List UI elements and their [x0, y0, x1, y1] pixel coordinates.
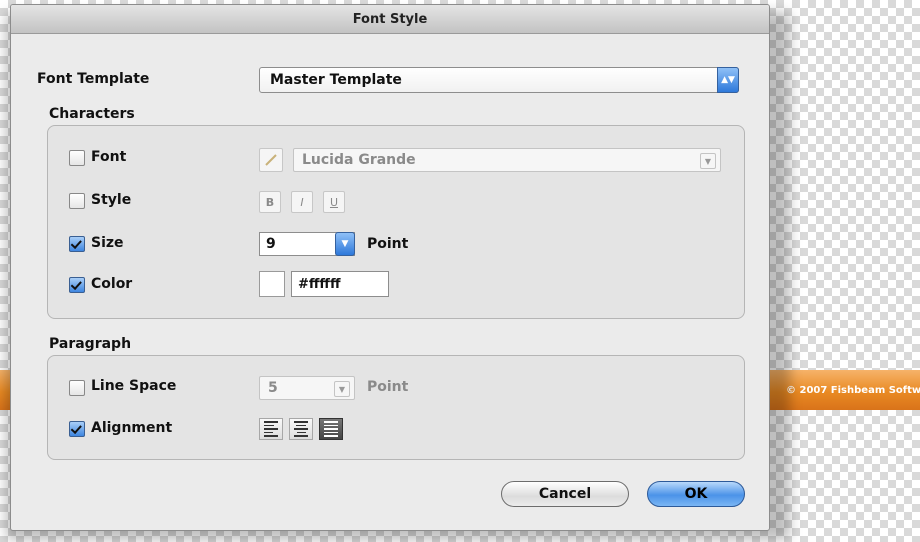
size-checkbox[interactable] — [69, 236, 85, 252]
font-style-dialog: Font Style Font Template Master Template… — [10, 4, 770, 531]
align-left-button[interactable] — [259, 418, 283, 440]
dialog-title: Font Style — [11, 5, 769, 34]
size-combobox[interactable]: 9 ▼ — [259, 232, 355, 256]
color-hex-value: #ffffff — [298, 276, 341, 292]
alignment-label: Alignment — [91, 420, 173, 436]
footer-copyright: © 2007 Fishbeam Softwar — [786, 384, 920, 396]
font-label: Font — [91, 149, 127, 165]
underline-button[interactable]: U — [323, 191, 345, 213]
italic-button[interactable]: I — [291, 191, 313, 213]
font-template-value: Master Template — [270, 72, 402, 88]
font-select[interactable]: Lucida Grande ▼ — [293, 148, 721, 172]
line-space-value: 5 — [268, 380, 278, 396]
line-space-checkbox[interactable] — [69, 380, 85, 396]
color-hex-field[interactable]: #ffffff — [291, 271, 389, 297]
bold-button[interactable]: B — [259, 191, 281, 213]
line-space-label: Line Space — [91, 378, 177, 394]
cancel-button[interactable]: Cancel — [501, 481, 629, 507]
paragraph-group — [47, 355, 745, 460]
dropdown-arrow-icon: ▼ — [700, 153, 716, 169]
align-center-button[interactable] — [289, 418, 313, 440]
size-unit: Point — [367, 236, 409, 252]
font-checkbox[interactable] — [69, 150, 85, 166]
size-value: 9 — [266, 236, 276, 252]
dropdown-arrow-icon[interactable]: ▼ — [335, 232, 355, 256]
style-label: Style — [91, 192, 132, 208]
pencil-icon — [265, 154, 277, 166]
font-template-select[interactable]: Master Template ▲▼ — [259, 67, 739, 93]
style-checkbox[interactable] — [69, 193, 85, 209]
line-space-combobox[interactable]: 5 ▼ — [259, 376, 355, 400]
dropdown-arrow-icon: ▼ — [334, 381, 350, 397]
line-space-unit: Point — [367, 379, 409, 395]
paragraph-group-title: Paragraph — [49, 336, 132, 352]
color-label: Color — [91, 276, 133, 292]
color-checkbox[interactable] — [69, 277, 85, 293]
align-justify-button[interactable] — [319, 418, 343, 440]
font-picker-button[interactable] — [259, 148, 283, 172]
font-value: Lucida Grande — [302, 152, 416, 168]
updown-arrows-icon: ▲▼ — [717, 67, 739, 93]
alignment-checkbox[interactable] — [69, 421, 85, 437]
color-swatch[interactable] — [259, 271, 285, 297]
characters-group-title: Characters — [49, 106, 135, 122]
font-template-label: Font Template — [37, 71, 150, 87]
ok-button[interactable]: OK — [647, 481, 745, 507]
size-label: Size — [91, 235, 124, 251]
